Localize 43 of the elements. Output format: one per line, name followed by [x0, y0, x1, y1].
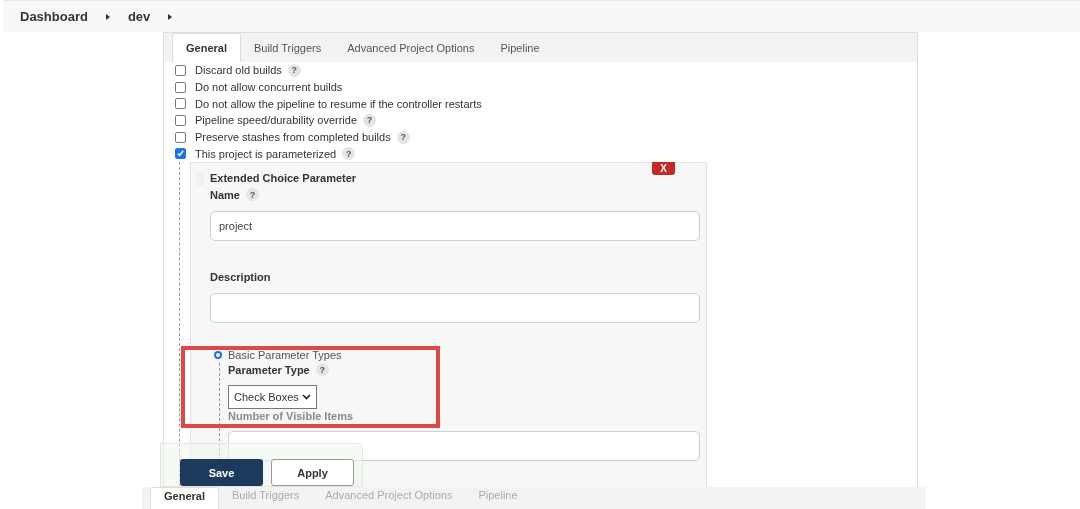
checkbox-label: Preserve stashes from completed builds: [195, 131, 391, 144]
checkbox[interactable]: [175, 114, 186, 126]
tab[interactable]: General: [172, 33, 241, 62]
tab[interactable]: Build Triggers: [240, 34, 335, 62]
help-icon[interactable]: ?: [287, 63, 301, 77]
chevron-down-icon: [302, 394, 311, 401]
breadcrumb-link[interactable]: Dashboard: [20, 9, 88, 24]
radio-button[interactable]: [214, 351, 222, 360]
radio-label: Basic Parameter Types: [228, 349, 342, 362]
save-button[interactable]: Save: [180, 459, 263, 486]
field-label: Number of Visible Items: [228, 410, 355, 423]
tab[interactable]: Pipeline: [487, 34, 553, 62]
checkbox-label: This project is parameterized: [195, 147, 337, 160]
field-label: Parameter Type: [228, 363, 310, 376]
apply-button[interactable]: Apply: [271, 459, 354, 486]
field-label: Description: [210, 271, 272, 284]
parameter-type-dropdown[interactable]: Check Boxes: [228, 385, 317, 410]
tab[interactable]: General: [150, 487, 219, 509]
visible-items-input-field[interactable]: [228, 431, 700, 462]
checkbox-label: Do not allow the pipeline to resume if the controller restarts: [195, 97, 482, 110]
help-icon[interactable]: ?: [396, 130, 410, 144]
drag-handle-icon[interactable]: [196, 172, 204, 187]
breadcrumb-link[interactable]: dev: [127, 9, 151, 24]
checkbox[interactable]: [175, 81, 186, 93]
tab[interactable]: Advanced Project Options: [334, 34, 488, 62]
checkbox[interactable]: [175, 98, 186, 110]
help-icon[interactable]: ?: [363, 113, 377, 127]
checkbox-label: Do not allow concurrent builds: [195, 81, 343, 94]
checkbox[interactable]: [175, 148, 186, 160]
checkbox[interactable]: [175, 131, 186, 143]
section-title: Extended Choice Parameter: [210, 172, 358, 185]
help-icon[interactable]: ?: [245, 188, 259, 202]
caret-icon: [168, 13, 173, 20]
delete-button[interactable]: X: [652, 162, 675, 176]
name-input-field[interactable]: project: [210, 211, 700, 242]
description-input-field[interactable]: [210, 293, 700, 324]
help-icon[interactable]: ?: [315, 363, 329, 377]
help-icon[interactable]: ?: [342, 147, 356, 161]
caret-icon: [105, 13, 110, 20]
checkbox-label: Discard old builds: [195, 64, 282, 77]
checkbox-label: Pipeline speed/durability override: [195, 114, 358, 127]
field-label: Name: [210, 188, 240, 201]
checkbox[interactable]: [175, 64, 186, 76]
